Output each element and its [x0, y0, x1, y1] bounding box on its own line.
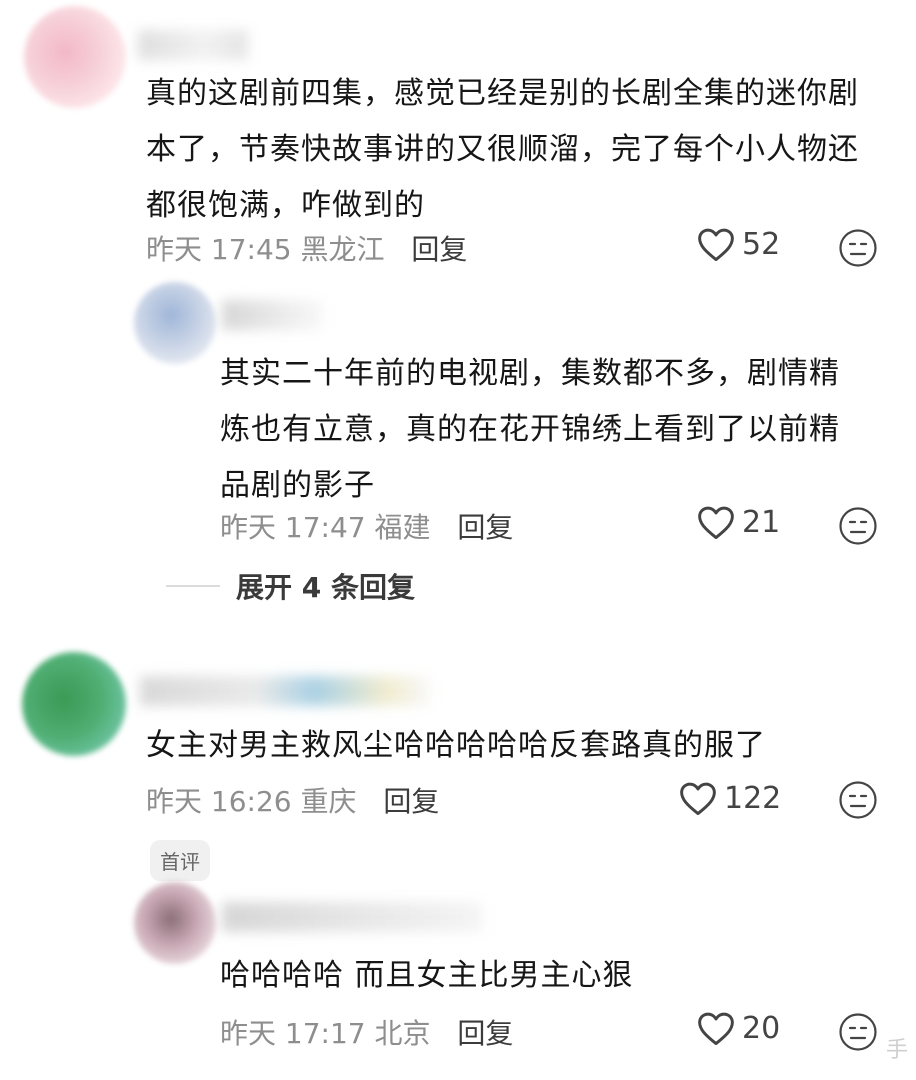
like-button[interactable]: 122	[678, 780, 781, 816]
watermark: 手	[885, 1038, 910, 1063]
username-blurred[interactable]	[140, 676, 430, 706]
location: 北京	[374, 1017, 431, 1050]
like-count: 52	[742, 226, 781, 262]
avatar[interactable]	[134, 882, 216, 964]
meh-face-icon[interactable]	[838, 506, 878, 546]
meh-face-icon[interactable]	[838, 780, 878, 820]
username-blurred[interactable]	[222, 300, 322, 330]
username-blurred[interactable]	[222, 902, 482, 932]
comment-meta: 昨天 16:26 重庆 回复	[146, 780, 439, 820]
comment-meta: 昨天 17:17 北京 回复	[220, 1012, 513, 1052]
avatar[interactable]	[134, 282, 216, 364]
like-count: 21	[742, 504, 781, 540]
timestamp: 昨天 17:17	[220, 1017, 366, 1050]
heart-outline-icon	[698, 1012, 734, 1046]
reply-button[interactable]: 回复	[457, 1017, 513, 1050]
location: 重庆	[300, 785, 357, 818]
timestamp: 昨天 17:47	[220, 511, 366, 544]
expand-replies-label: 展开 4 条回复	[236, 571, 415, 604]
like-button[interactable]: 21	[696, 504, 780, 540]
like-button[interactable]: 20	[696, 1010, 780, 1046]
comment-meta: 昨天 17:45 黑龙江 回复	[146, 228, 467, 268]
avatar[interactable]	[22, 652, 126, 756]
heart-outline-icon	[698, 228, 734, 262]
meh-face-icon[interactable]	[838, 1012, 878, 1052]
location: 福建	[374, 511, 431, 544]
comment-text: 哈哈哈哈 而且女主比男主心狠	[220, 958, 634, 993]
avatar[interactable]	[24, 6, 126, 108]
expand-replies-button[interactable]: 展开 4 条回复	[166, 566, 415, 606]
reply-button[interactable]: 回复	[457, 511, 513, 544]
heart-outline-icon	[680, 782, 716, 816]
location: 黑龙江	[300, 233, 385, 266]
reply-button[interactable]: 回复	[383, 785, 439, 818]
comment-text: 女主对男主救风尘哈哈哈哈哈反套路真的服了	[146, 728, 766, 763]
first-comment-badge: 首评	[150, 840, 210, 881]
comment-meta: 昨天 17:47 福建 回复	[220, 506, 513, 546]
timestamp: 昨天 16:26	[146, 785, 292, 818]
comment-text: 真的这剧前四集，感觉已经是别的长剧全集的迷你剧 本了，节奏快故事讲的又很顺溜，完…	[146, 76, 859, 223]
username-blurred[interactable]	[138, 30, 248, 60]
reply-button[interactable]: 回复	[411, 233, 467, 266]
like-count: 20	[742, 1010, 781, 1046]
comment-text: 其实二十年前的电视剧，集数都不多，剧情精 炼也有立意，真的在花开锦绣上看到了以前…	[220, 356, 840, 503]
like-count: 122	[724, 780, 782, 816]
like-button[interactable]: 52	[696, 226, 780, 262]
divider	[166, 585, 220, 587]
meh-face-icon[interactable]	[838, 228, 878, 268]
heart-outline-icon	[698, 506, 734, 540]
timestamp: 昨天 17:45	[146, 233, 292, 266]
